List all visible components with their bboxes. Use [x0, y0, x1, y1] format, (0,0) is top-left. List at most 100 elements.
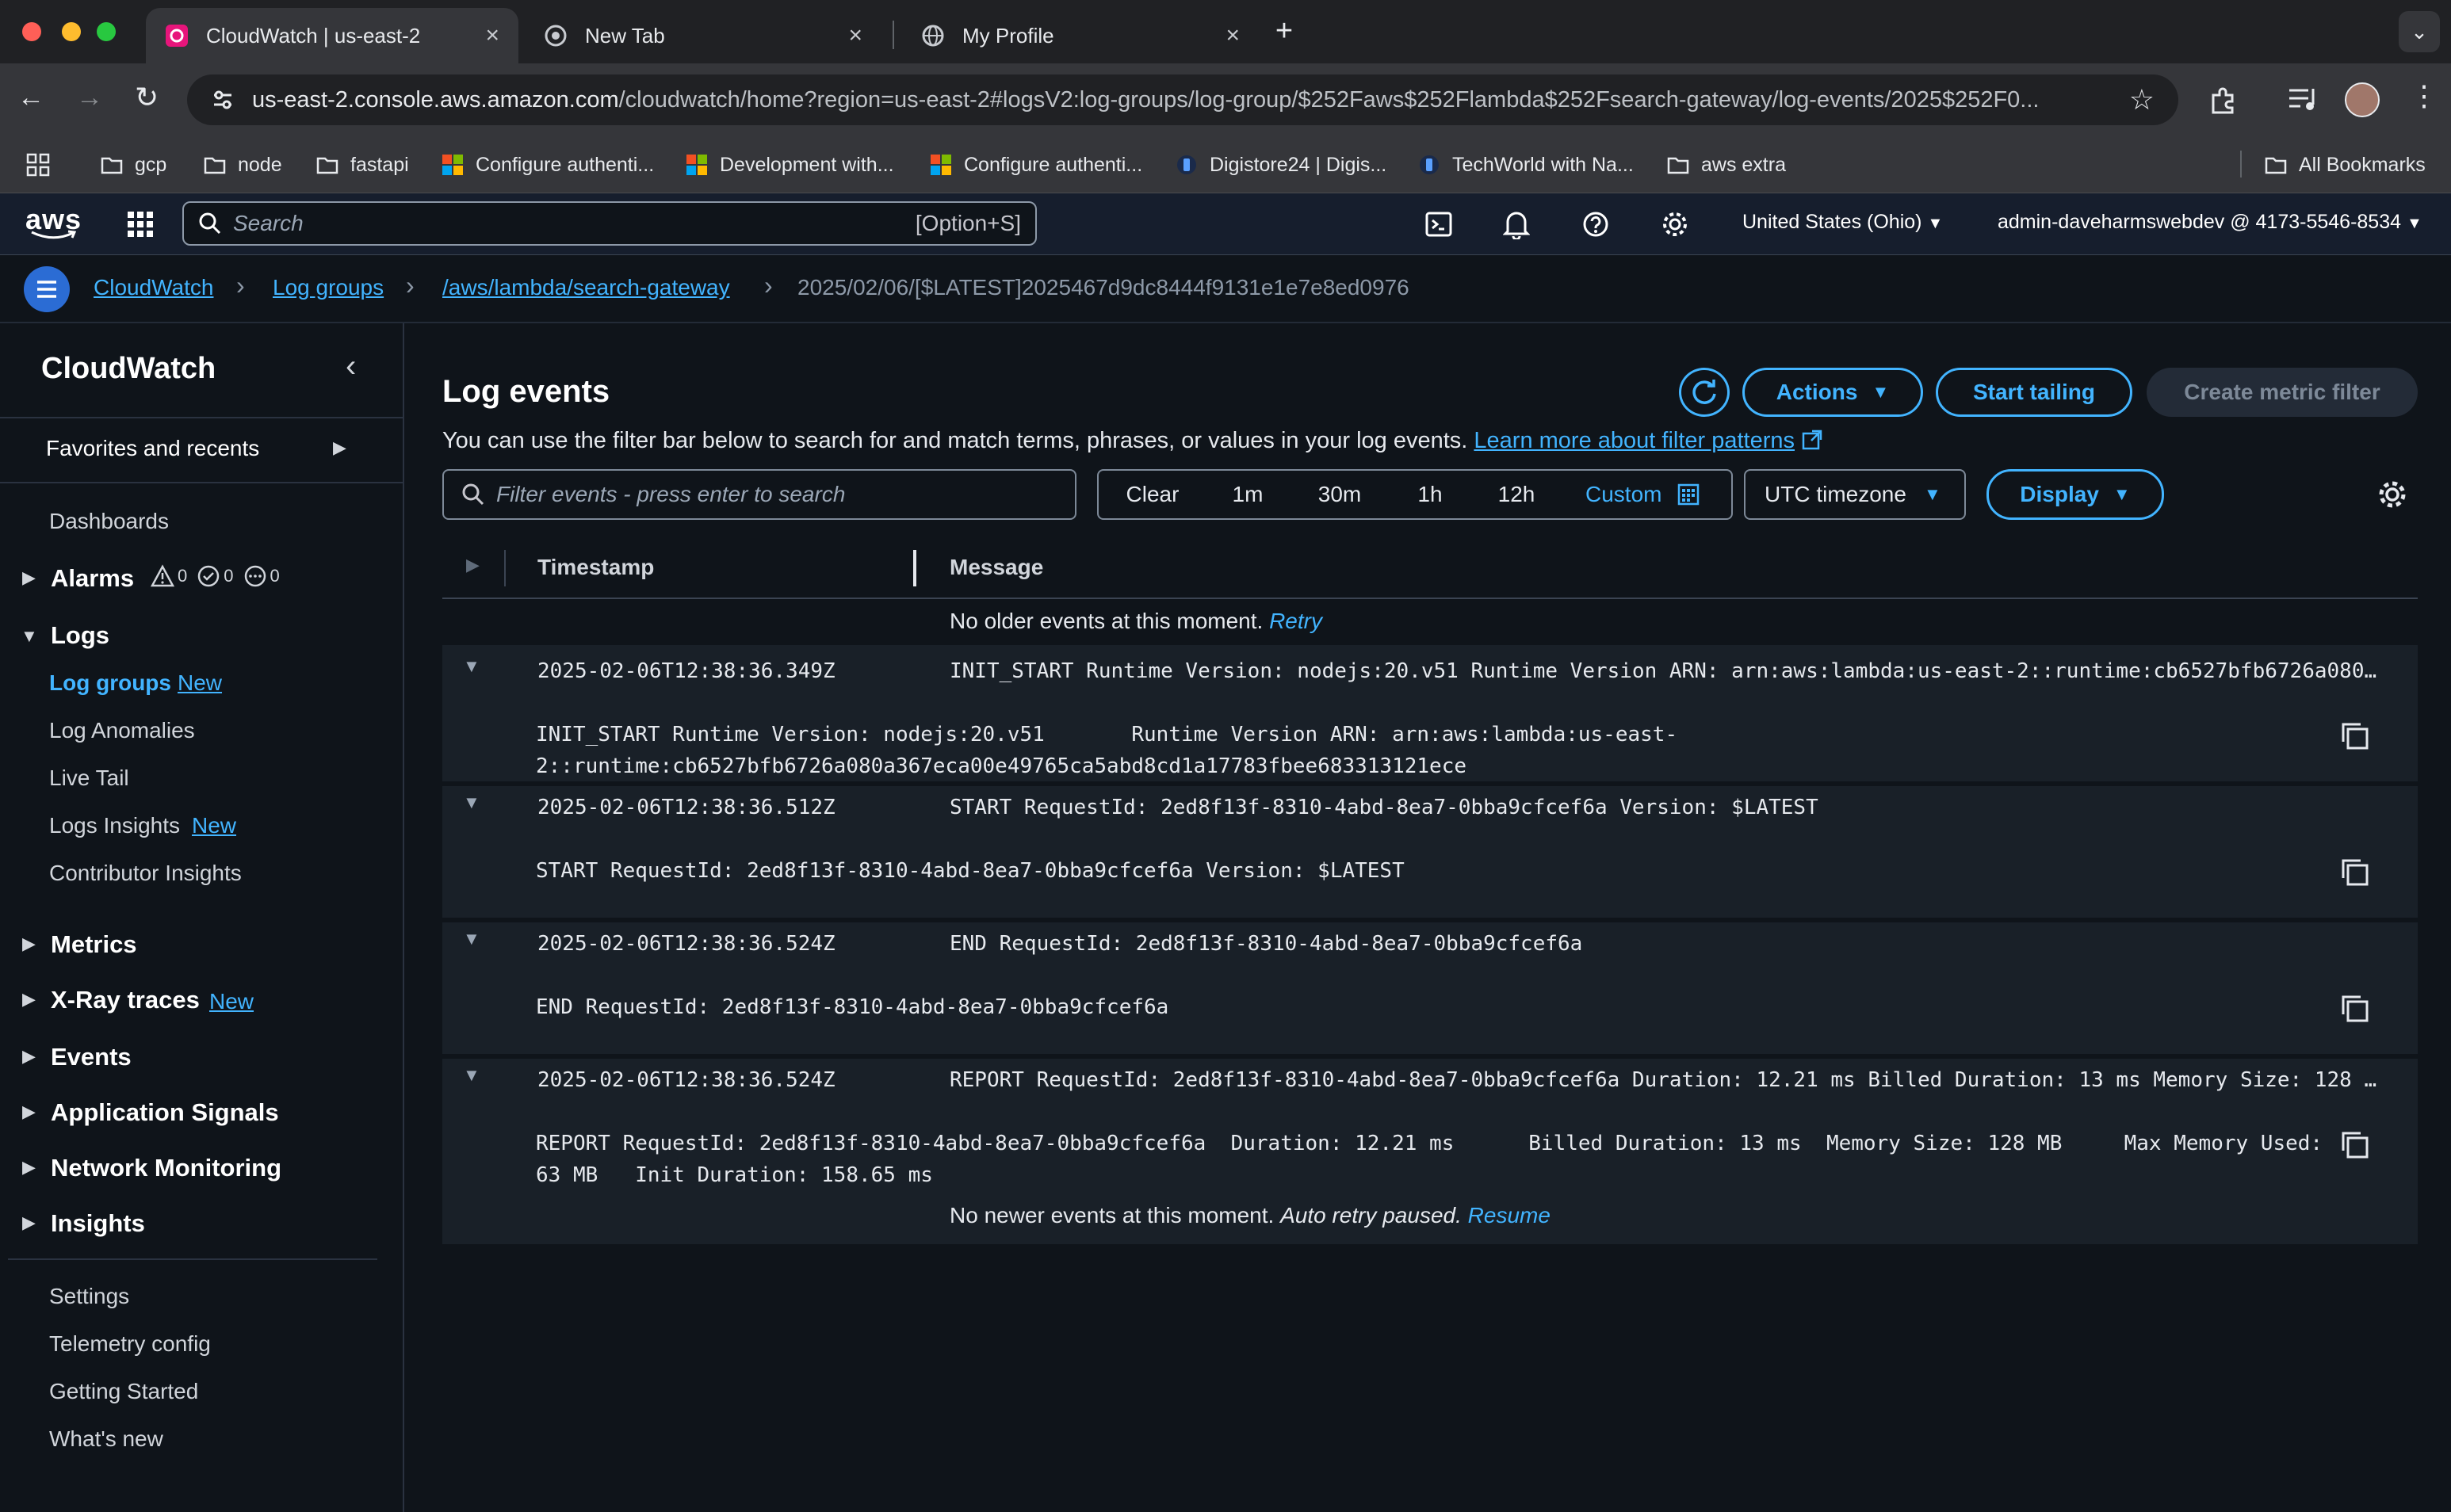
window-zoom-button[interactable]: [97, 22, 116, 41]
region-selector[interactable]: United States (Ohio) ▼: [1742, 211, 1943, 234]
time-range-custom[interactable]: Custom: [1563, 482, 1722, 507]
apps-grid-icon[interactable]: [25, 146, 51, 184]
account-menu[interactable]: admin-daveharmswebdev @ 4173-5546-8534 ▼: [1998, 211, 2422, 234]
breadcrumb-log-groups[interactable]: Log groups: [273, 275, 384, 300]
browser-tab-new-tab[interactable]: New Tab ×: [525, 8, 881, 63]
refresh-button[interactable]: [1679, 368, 1730, 417]
caret-right-icon[interactable]: ▶: [466, 555, 480, 575]
learn-more-link[interactable]: Learn more about filter patterns: [1474, 428, 1795, 453]
sidebar-item-network-monitoring[interactable]: Network Monitoring: [51, 1154, 281, 1182]
copy-icon[interactable]: [2340, 721, 2370, 751]
timezone-select[interactable]: UTC timezone ▼: [1744, 469, 1966, 520]
media-controls-icon[interactable]: [2288, 86, 2319, 114]
all-bookmarks-button[interactable]: All Bookmarks: [2264, 146, 2426, 184]
bookmark-configure-authentication-1[interactable]: Configure authenti...: [441, 146, 654, 184]
sidebar-item-xray-traces[interactable]: X-Ray traces: [51, 986, 200, 1014]
caret-right-icon[interactable]: ▶: [22, 1157, 36, 1178]
help-icon[interactable]: [1582, 211, 1609, 238]
menu-toggle-button[interactable]: [24, 266, 70, 312]
time-range-1h[interactable]: 1h: [1390, 482, 1470, 507]
caret-right-icon[interactable]: ▶: [22, 1212, 36, 1233]
create-metric-filter-button[interactable]: Create metric filter: [2147, 368, 2418, 417]
caret-right-icon[interactable]: ▶: [333, 437, 346, 458]
sidebar-item-telemetry-config[interactable]: Telemetry config: [49, 1331, 211, 1357]
sidebar-favorites[interactable]: Favorites and recents: [46, 436, 259, 461]
collapse-sidebar-icon[interactable]: ‹: [346, 349, 356, 384]
bookmark-techworld[interactable]: TechWorld with Na...: [1417, 146, 1634, 184]
sidebar-item-live-tail[interactable]: Live Tail: [49, 766, 129, 791]
caret-down-icon[interactable]: ▼: [463, 656, 480, 677]
back-arrow-icon[interactable]: ←: [17, 82, 44, 113]
bookmark-configure-authentication-2[interactable]: Configure authenti...: [929, 146, 1142, 184]
address-bar[interactable]: us-east-2.console.aws.amazon.com/cloudwa…: [187, 74, 2178, 125]
column-header-message[interactable]: Message: [950, 555, 1043, 580]
browser-menu-icon[interactable]: ⋮: [2410, 79, 2438, 113]
caret-down-icon[interactable]: ▼: [463, 929, 480, 949]
sidebar-item-logs[interactable]: Logs: [51, 621, 109, 650]
caret-right-icon[interactable]: ▶: [22, 989, 36, 1010]
caret-right-icon[interactable]: ▶: [22, 567, 36, 588]
time-range-1m[interactable]: 1m: [1206, 482, 1289, 507]
sidebar-item-settings[interactable]: Settings: [49, 1284, 129, 1309]
column-header-timestamp[interactable]: Timestamp: [537, 555, 654, 580]
tab-search-chevron-icon[interactable]: ⌄: [2399, 11, 2440, 52]
copy-icon[interactable]: [2340, 857, 2370, 888]
sidebar-item-events[interactable]: Events: [51, 1043, 132, 1071]
copy-icon[interactable]: [2340, 994, 2370, 1024]
bookmark-gcp[interactable]: gcp: [100, 146, 166, 184]
time-range-12h[interactable]: 12h: [1470, 482, 1563, 507]
caret-right-icon[interactable]: ▶: [22, 1102, 36, 1122]
settings-gear-icon[interactable]: [1661, 211, 1688, 238]
sidebar-item-contributor-insights[interactable]: Contributor Insights: [49, 861, 242, 886]
browser-tab-cloudwatch[interactable]: CloudWatch | us-east-2 ×: [146, 8, 518, 63]
copy-icon[interactable]: [2340, 1130, 2370, 1160]
aws-search-input[interactable]: Search [Option+S]: [182, 201, 1037, 246]
bookmark-digistore24[interactable]: Digistore24 | Digis...: [1175, 146, 1386, 184]
actions-button[interactable]: Actions ▼: [1742, 368, 1923, 417]
new-badge[interactable]: New: [209, 989, 254, 1014]
sidebar-item-getting-started[interactable]: Getting Started: [49, 1379, 198, 1404]
caret-down-icon[interactable]: ▼: [463, 792, 480, 813]
resume-link[interactable]: Resume: [1468, 1203, 1551, 1228]
cloudshell-icon[interactable]: [1425, 211, 1452, 238]
retry-link[interactable]: Retry: [1269, 609, 1322, 633]
sidebar-item-logs-insights[interactable]: Logs Insights: [49, 813, 180, 838]
sidebar-item-alarms[interactable]: Alarms: [51, 564, 134, 593]
forward-arrow-icon[interactable]: →: [76, 82, 103, 113]
new-badge[interactable]: New: [192, 813, 236, 838]
bell-icon[interactable]: [1503, 209, 1530, 239]
services-grid-icon[interactable]: [127, 211, 154, 238]
sidebar-item-dashboards[interactable]: Dashboards: [49, 509, 169, 534]
caret-down-icon[interactable]: ▼: [21, 626, 38, 647]
window-minimize-button[interactable]: [62, 22, 81, 41]
preferences-gear-icon[interactable]: [2376, 479, 2408, 510]
close-icon[interactable]: ×: [848, 22, 862, 49]
site-settings-icon[interactable]: [211, 88, 235, 112]
sidebar-item-insights[interactable]: Insights: [51, 1209, 145, 1238]
column-resize-handle[interactable]: [913, 550, 916, 586]
bookmark-development-with[interactable]: Development with...: [685, 146, 894, 184]
profile-avatar[interactable]: [2345, 82, 2380, 117]
start-tailing-button[interactable]: Start tailing: [1936, 368, 2132, 417]
bookmark-node[interactable]: node: [203, 146, 282, 184]
reload-icon[interactable]: ↻: [135, 81, 159, 114]
breadcrumb-cloudwatch[interactable]: CloudWatch: [94, 275, 213, 300]
close-icon[interactable]: ×: [485, 22, 499, 49]
caret-down-icon[interactable]: ▼: [463, 1065, 480, 1086]
time-range-30m[interactable]: 30m: [1289, 482, 1390, 507]
window-close-button[interactable]: [22, 22, 41, 41]
new-badge[interactable]: New: [178, 670, 222, 696]
caret-right-icon[interactable]: ▶: [22, 1046, 36, 1067]
time-range-clear[interactable]: Clear: [1099, 482, 1206, 507]
extensions-icon[interactable]: [2207, 84, 2239, 116]
caret-right-icon[interactable]: ▶: [22, 934, 36, 954]
browser-tab-my-profile[interactable]: My Profile ×: [902, 8, 1259, 63]
external-link-icon[interactable]: [1801, 429, 1823, 451]
filter-events-input[interactable]: Filter events - press enter to search: [442, 469, 1076, 520]
bookmark-fastapi[interactable]: fastapi: [315, 146, 409, 184]
close-icon[interactable]: ×: [1226, 22, 1240, 49]
display-button[interactable]: Display ▼: [1986, 469, 2164, 520]
sidebar-item-metrics[interactable]: Metrics: [51, 930, 137, 959]
new-tab-button[interactable]: +: [1268, 14, 1300, 49]
sidebar-item-log-anomalies[interactable]: Log Anomalies: [49, 718, 195, 743]
